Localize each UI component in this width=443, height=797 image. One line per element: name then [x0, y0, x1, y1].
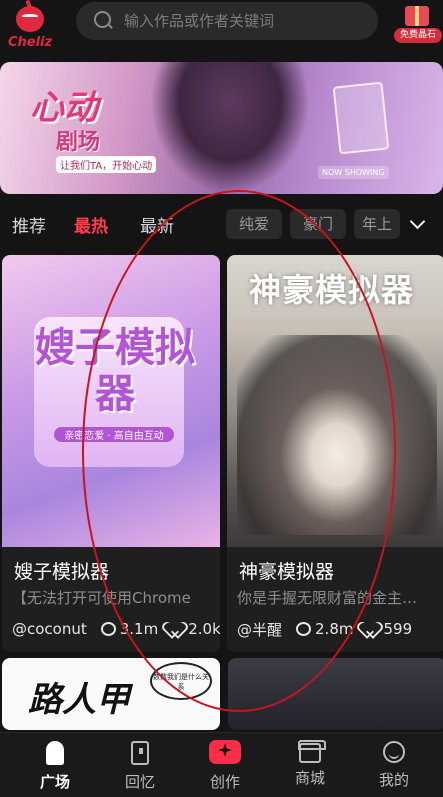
- sparkle-icon: [209, 740, 241, 764]
- banner-badge: NOW SHOWING: [318, 166, 389, 179]
- nav-shop[interactable]: 商城: [280, 740, 340, 788]
- story-card-partial[interactable]: 路人甲 数数我们是什么关系: [2, 658, 220, 730]
- tab-recommend[interactable]: 推荐: [12, 212, 46, 237]
- banner-title-line1: 心动: [30, 88, 98, 128]
- tab-hottest[interactable]: 最热: [74, 212, 108, 237]
- gift-icon: [405, 6, 429, 26]
- banner-title-line2: 剧场: [56, 130, 101, 155]
- chip-pure-love[interactable]: 纯爱: [226, 209, 282, 239]
- smile-icon: [383, 741, 405, 763]
- cherry-icon: [16, 6, 44, 32]
- story-description: 你是手握无限财富的金主…: [237, 589, 418, 607]
- nav-me[interactable]: 我的: [364, 741, 424, 790]
- category-tabs: 推荐 最热 最新 纯爱 豪门 年上: [0, 202, 443, 246]
- story-cover: 嫂子模拟器 亲密恋爱 · 高自由互动: [2, 255, 220, 547]
- comment-count: 2.8m: [296, 620, 353, 638]
- search-input[interactable]: [124, 12, 364, 30]
- speech-bubble: 数数我们是什么关系: [150, 662, 212, 700]
- comment-icon: [100, 622, 116, 636]
- banner-photo-card: [332, 81, 390, 155]
- app-logo[interactable]: Cheliz: [4, 2, 56, 52]
- like-count[interactable]: 599: [363, 620, 412, 638]
- heart-icon: [363, 622, 379, 636]
- story-card-partial[interactable]: [228, 658, 443, 730]
- story-title: 嫂子模拟器: [14, 561, 110, 583]
- free-gems-button[interactable]: 免费晶石: [394, 0, 442, 46]
- story-meta: @coconut 3.1m 2.0k: [2, 609, 220, 643]
- bottom-navigation: 广场 回忆 创作 商城 我的: [0, 732, 443, 797]
- cover-title: 路人甲: [28, 680, 130, 720]
- chip-wealthy[interactable]: 豪门: [290, 209, 346, 239]
- story-meta: @半醒 2.8m 599: [227, 609, 443, 643]
- top-bar: Cheliz 免费晶石: [0, 0, 443, 60]
- author-name[interactable]: @半醒: [237, 619, 282, 640]
- shop-icon: [298, 740, 326, 763]
- cover-title: 嫂子模拟器: [35, 325, 195, 417]
- chip-older[interactable]: 年上: [354, 209, 400, 239]
- chevron-down-icon[interactable]: [410, 216, 424, 230]
- free-gems-label: 免费晶石: [394, 28, 442, 43]
- promo-banner[interactable]: 心动 剧场 让我们TA，开始心动 NOW SHOWING: [0, 62, 443, 194]
- story-description: 【无法打开可使用Chrome: [12, 589, 191, 607]
- home-icon: [46, 741, 64, 765]
- app-screen: Cheliz 免费晶石 心动 剧场 让我们TA，开始心动 NOW SHOWING…: [0, 0, 443, 797]
- author-name[interactable]: @coconut: [12, 620, 87, 638]
- tab-newest[interactable]: 最新: [140, 212, 174, 237]
- heart-icon: [168, 622, 184, 636]
- search-icon: [94, 11, 114, 31]
- nav-square[interactable]: 广场: [25, 741, 85, 792]
- nav-memories[interactable]: 回忆: [110, 741, 170, 792]
- comment-count: 3.1m: [100, 620, 158, 638]
- cover-title: 神豪模拟器: [249, 271, 415, 309]
- nav-create[interactable]: 创作: [195, 740, 255, 792]
- cover-subtitle: 亲密恋爱 · 高自由互动: [54, 427, 174, 442]
- logo-text: Cheliz: [7, 35, 53, 50]
- banner-character-image: [150, 62, 310, 194]
- story-title: 神豪模拟器: [239, 561, 335, 583]
- like-count[interactable]: 2.0k: [168, 620, 220, 638]
- search-bar[interactable]: [76, 2, 378, 40]
- book-icon: [131, 741, 149, 765]
- story-cover: 神豪模拟器: [227, 255, 443, 547]
- story-card[interactable]: 神豪模拟器 神豪模拟器 你是手握无限财富的金主… @半醒 2.8m 599: [227, 255, 443, 652]
- banner-tagline: 让我们TA，开始心动: [56, 156, 157, 173]
- comment-icon: [296, 622, 312, 636]
- story-card[interactable]: 嫂子模拟器 亲密恋爱 · 高自由互动 嫂子模拟器 【无法打开可使用Chrome …: [2, 255, 220, 652]
